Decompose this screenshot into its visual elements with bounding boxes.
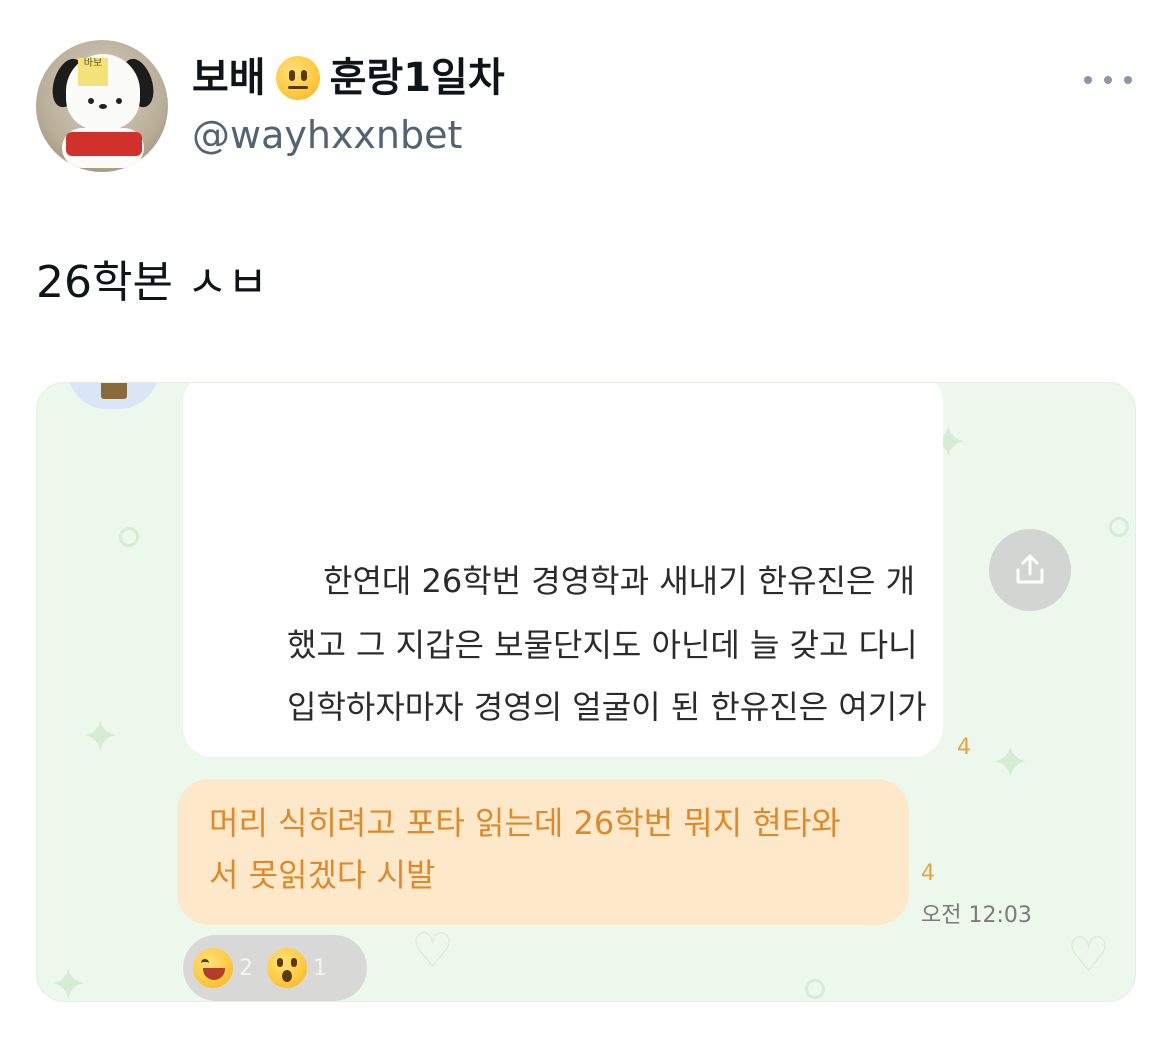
sender-avatar-figure [101, 383, 127, 399]
tweet-card: 바보 보배 훈랑1일차 @wayhxxnbet 26학본 ㅅㅂ ✦ ✦ ✦ ✦ … [0, 0, 1169, 1058]
message-line: 했고 그 지갑은 보물단지도 아닌데 늘 갖고 다니 [287, 626, 918, 664]
author-avatar[interactable]: 바보 [36, 40, 168, 172]
avatar-sticky-note: 바보 [78, 58, 108, 86]
avatar-nose [99, 104, 107, 109]
sparkle-decoration-icon: ✦ [81, 709, 120, 763]
message-unread-count: 4 [957, 735, 971, 760]
sender-avatar[interactable] [67, 383, 159, 409]
reply-line: 머리 식히려고 포타 읽는데 26학번 뭐지 현타와 [209, 804, 841, 842]
avatar-scarf [66, 132, 142, 156]
reaction-count: 1 [313, 955, 327, 981]
reaction-count: 2 [239, 955, 253, 981]
message-line: 입학하자마자 경영의 얼굴이 된 한유진은 여기가 [287, 688, 927, 726]
avatar-eye-left [88, 98, 94, 104]
grinning-squint-emoji-icon[interactable] [193, 948, 233, 988]
reply-line: 서 못읽겠다 시발 [209, 856, 436, 894]
astonished-emoji-icon[interactable] [267, 948, 307, 988]
heart-decoration-icon: ♡ [411, 923, 455, 979]
display-name-part2: 훈랑1일차 [329, 55, 505, 101]
display-name[interactable]: 보배 훈랑1일차 [192, 52, 505, 104]
reply-timestamp: 오전 12:03 [921, 903, 1032, 928]
sparkle-decoration-icon: ✦ [991, 735, 1030, 789]
ring-decoration-icon [119, 527, 139, 547]
neutral-face-emoji-icon [275, 56, 320, 100]
author-handle[interactable]: @wayhxxnbet [192, 112, 462, 158]
display-name-part1: 보배 [192, 55, 266, 101]
share-icon [1016, 554, 1044, 584]
more-horizontal-icon [1084, 76, 1092, 84]
more-horizontal-icon-dot [1104, 76, 1112, 84]
reaction-bar[interactable]: 2 1 [183, 935, 367, 1001]
message-line: 한연대 26학번 경영학과 새내기 한유진은 개 [323, 562, 916, 600]
reply-bubble[interactable]: 머리 식히려고 포타 읽는데 26학번 뭐지 현타와 서 못읽겠다 시발 [177, 779, 909, 925]
share-button[interactable] [989, 529, 1071, 611]
reply-unread-count: 4 [921, 861, 935, 886]
ring-decoration-icon [805, 979, 825, 999]
more-options-button[interactable] [1084, 64, 1132, 96]
heart-decoration-icon: ♡ [1067, 927, 1111, 983]
more-horizontal-icon-dot [1124, 76, 1132, 84]
tweet-text: 26학본 ㅅㅂ [36, 257, 268, 308]
avatar-eye-right [116, 98, 122, 104]
message-bubble[interactable]: 한연대 26학번 경영학과 새내기 한유진은 개 했고 그 지갑은 보물단지도 … [183, 383, 943, 757]
ring-decoration-icon [1109, 517, 1129, 537]
sparkle-decoration-icon: ✦ [49, 957, 88, 1002]
tweet-media-image[interactable]: ✦ ✦ ✦ ✦ ♡ ♡ 한연대 26학번 경영학과 새내기 한유진은 개 했고 … [36, 382, 1136, 1002]
